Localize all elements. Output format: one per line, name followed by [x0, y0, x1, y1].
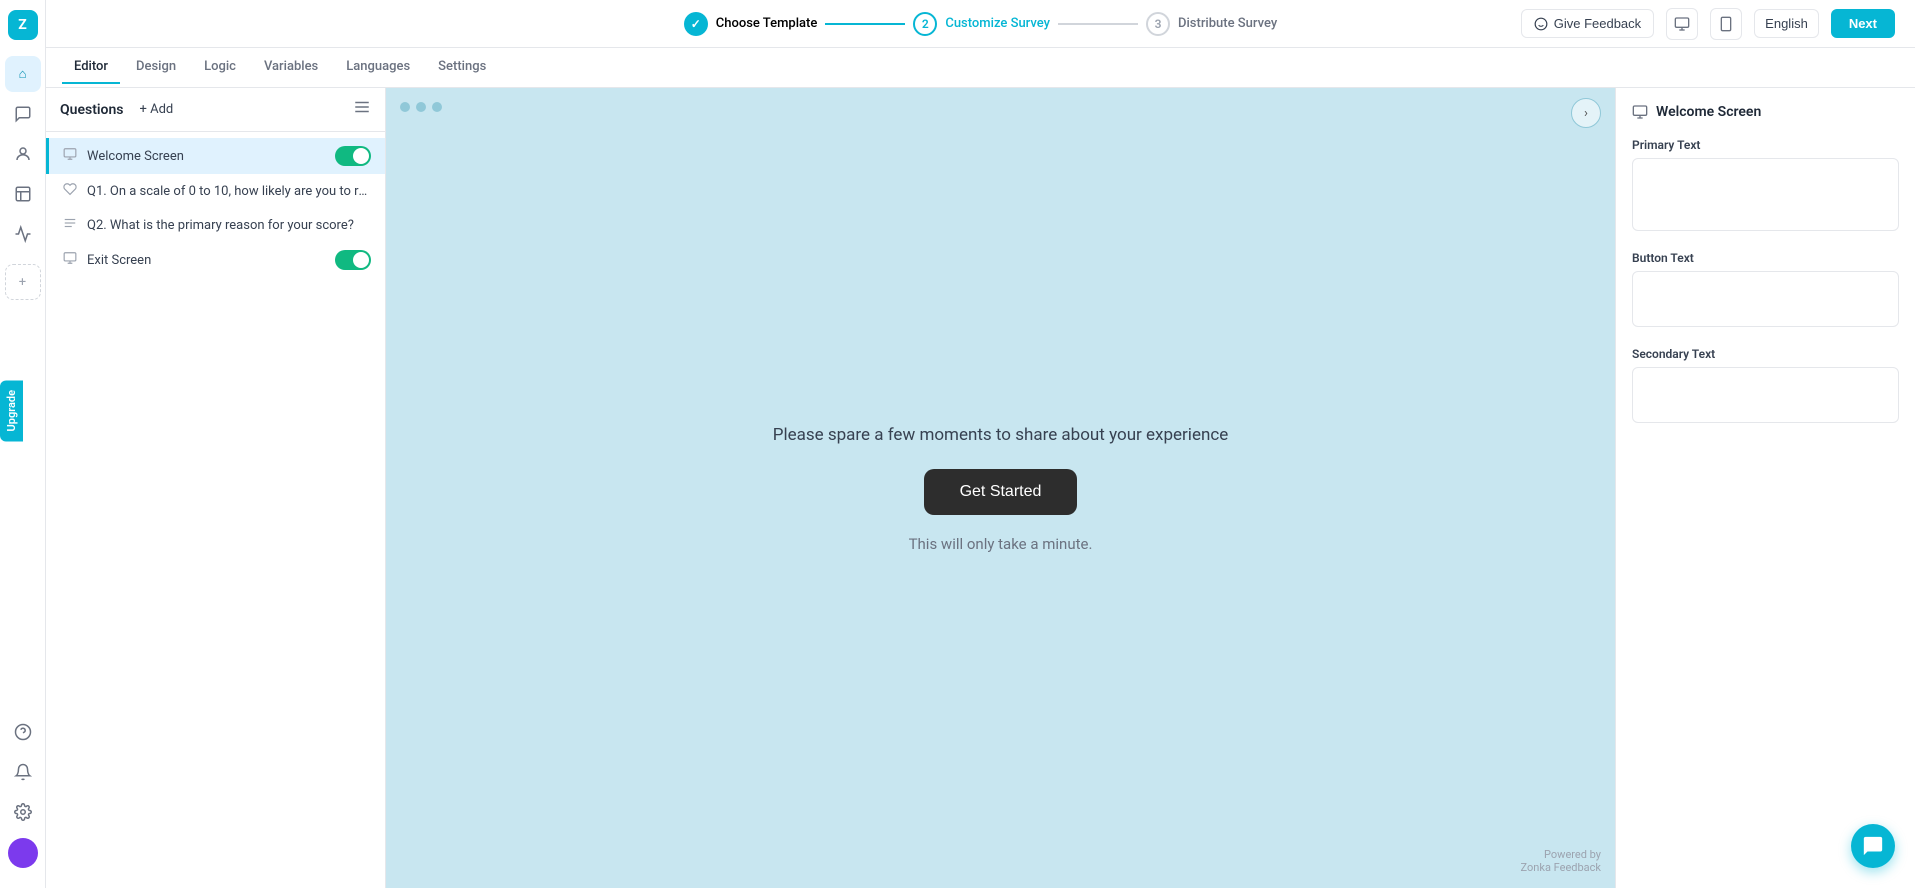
q1-icon	[63, 182, 77, 200]
nav-user[interactable]	[5, 136, 41, 172]
stepper-right-controls: Give Feedback English Next	[1521, 8, 1895, 40]
primary-text-section: Primary Text	[1632, 138, 1899, 235]
chat-bubble[interactable]	[1851, 824, 1895, 868]
nav-gear[interactable]	[5, 794, 41, 830]
exit-screen-label: Exit Screen	[87, 253, 325, 268]
right-panel-header: Welcome Screen	[1632, 104, 1899, 120]
secondary-text-input[interactable]	[1632, 367, 1899, 423]
nav-home[interactable]: ⌂	[5, 56, 41, 92]
step-1-label: Choose Template	[716, 16, 818, 31]
step-customize-survey[interactable]: 2 Customize Survey	[913, 12, 1050, 36]
exit-screen-toggle[interactable]	[335, 250, 371, 270]
welcome-screen-label: Welcome Screen	[87, 149, 325, 164]
list-item[interactable]: Exit Screen	[46, 242, 385, 278]
logo[interactable]: Z	[8, 10, 38, 40]
tab-design[interactable]: Design	[124, 51, 188, 84]
language-selector[interactable]: English	[1754, 9, 1819, 38]
step-2-label: Customize Survey	[945, 16, 1050, 31]
exit-screen-icon	[63, 251, 77, 269]
connector-1	[825, 23, 905, 25]
nav-add[interactable]: +	[5, 264, 41, 300]
questions-header-left: Questions + Add	[60, 98, 181, 121]
questions-header: Questions + Add	[46, 88, 385, 132]
questions-list: Welcome Screen Q1. On a scale of 0 to 10…	[46, 132, 385, 888]
toolbar: Editor Design Logic Variables Languages …	[46, 48, 1915, 88]
nav-bell[interactable]	[5, 754, 41, 790]
questions-panel: Questions + Add Welcome S	[46, 88, 386, 888]
step-2-circle: 2	[913, 12, 937, 36]
dot-3	[432, 102, 442, 112]
stepper-bar: ✓ Choose Template 2 Customize Survey 3 D…	[46, 0, 1915, 48]
list-item[interactable]: Q2. What is the primary reason for your …	[46, 208, 385, 242]
powered-by-line2: Zonka Feedback	[1521, 861, 1601, 874]
preview-dots	[400, 102, 442, 112]
secondary-text-label: Secondary Text	[1632, 347, 1899, 361]
content-area: Questions + Add Welcome S	[46, 88, 1915, 888]
connector-2	[1058, 23, 1138, 25]
give-feedback-label: Give Feedback	[1554, 16, 1641, 31]
preview-secondary-text: This will only take a minute.	[909, 535, 1093, 553]
reorder-button[interactable]	[353, 98, 371, 121]
nav-help[interactable]	[5, 714, 41, 750]
tab-variables[interactable]: Variables	[252, 51, 330, 84]
q2-icon	[63, 216, 77, 234]
list-item[interactable]: Welcome Screen	[46, 138, 385, 174]
step-3-circle: 3	[1146, 12, 1170, 36]
dot-2	[416, 102, 426, 112]
preview-content: Please spare a few moments to share abou…	[773, 423, 1229, 553]
dot-1	[400, 102, 410, 112]
step-1-circle: ✓	[684, 12, 708, 36]
nav-chat[interactable]	[5, 96, 41, 132]
tab-logic[interactable]: Logic	[192, 51, 248, 84]
step-choose-template[interactable]: ✓ Choose Template	[684, 12, 818, 36]
list-item[interactable]: Q1. On a scale of 0 to 10, how likely ar…	[46, 174, 385, 208]
logo-letter: Z	[18, 17, 27, 33]
upgrade-tab[interactable]: Upgrade	[0, 380, 23, 441]
right-panel: Welcome Screen Primary Text Button Text …	[1615, 88, 1915, 888]
nav-forms[interactable]	[5, 176, 41, 212]
secondary-text-section: Secondary Text	[1632, 347, 1899, 427]
button-text-input[interactable]	[1632, 271, 1899, 327]
preview-get-started-button[interactable]: Get Started	[924, 469, 1078, 515]
tab-languages[interactable]: Languages	[334, 51, 422, 84]
bottom-icons	[5, 714, 41, 868]
give-feedback-button[interactable]: Give Feedback	[1521, 9, 1654, 38]
questions-title: Questions	[60, 102, 123, 118]
preview-primary-text: Please spare a few moments to share abou…	[773, 423, 1229, 449]
q2-label: Q2. What is the primary reason for your …	[87, 218, 371, 233]
add-question-button[interactable]: + Add	[131, 98, 181, 121]
preview-powered-by: Powered by Zonka Feedback	[1521, 848, 1601, 874]
preview-area: › Please spare a few moments to share ab…	[386, 88, 1615, 888]
preview-next-button[interactable]: ›	[1571, 98, 1601, 128]
right-panel-icon	[1632, 104, 1648, 120]
q1-label: Q1. On a scale of 0 to 10, how likely ar…	[87, 184, 371, 199]
tab-settings[interactable]: Settings	[426, 51, 498, 84]
primary-text-label: Primary Text	[1632, 138, 1899, 152]
preview-mobile-button[interactable]	[1710, 8, 1742, 40]
nav-analytics[interactable]	[5, 216, 41, 252]
button-text-section: Button Text	[1632, 251, 1899, 331]
main-wrapper: ✓ Choose Template 2 Customize Survey 3 D…	[46, 0, 1915, 888]
step-3-label: Distribute Survey	[1178, 16, 1277, 31]
icon-sidebar: Z ⌂ + Upgrade	[0, 0, 46, 888]
welcome-screen-icon	[63, 147, 77, 165]
tab-editor[interactable]: Editor	[62, 51, 120, 84]
right-panel-title: Welcome Screen	[1656, 104, 1761, 120]
button-text-label: Button Text	[1632, 251, 1899, 265]
primary-text-input[interactable]	[1632, 158, 1899, 231]
user-avatar[interactable]	[8, 838, 38, 868]
next-button[interactable]: Next	[1831, 9, 1895, 38]
preview-desktop-button[interactable]	[1666, 8, 1698, 40]
powered-by-line1: Powered by	[1521, 848, 1601, 861]
step-distribute-survey[interactable]: 3 Distribute Survey	[1146, 12, 1277, 36]
welcome-screen-toggle[interactable]	[335, 146, 371, 166]
